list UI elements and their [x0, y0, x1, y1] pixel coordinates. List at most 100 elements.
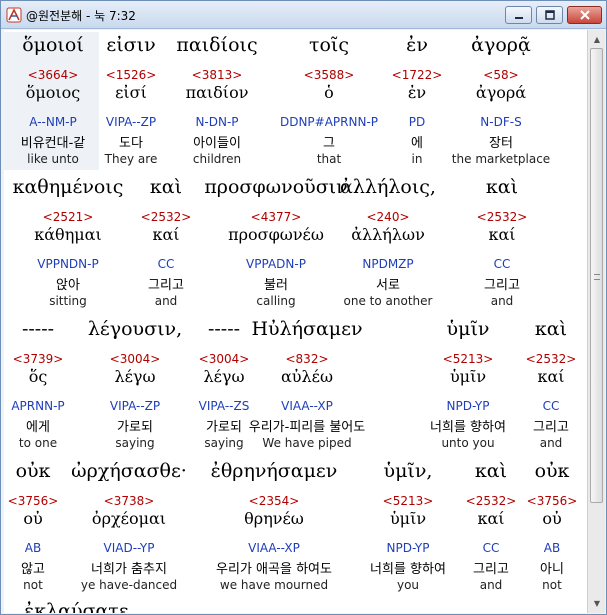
strong-number[interactable]: <3664>	[28, 68, 79, 82]
greek-word[interactable]: ὑμῖν	[447, 318, 490, 340]
lemma-word: καί	[152, 225, 180, 244]
scroll-up-arrow-icon[interactable]: ▲	[589, 31, 605, 47]
strong-number[interactable]: <2521>	[43, 210, 94, 224]
maximize-icon	[544, 10, 555, 20]
parsing-code: CC	[157, 257, 175, 271]
strong-number[interactable]: <832>	[285, 352, 328, 366]
korean-gloss: 에게	[26, 420, 50, 435]
parsing-code: VPPADN-P	[246, 257, 306, 271]
strong-number[interactable]: <2532>	[526, 352, 577, 366]
strong-number[interactable]: <2354>	[249, 494, 300, 508]
strong-number[interactable]: <2532>	[466, 494, 517, 508]
greek-word[interactable]: εἰσιν	[106, 34, 155, 56]
korean-gloss: 너희가 춤추지	[91, 562, 167, 577]
lemma-word: ὑμῖν	[389, 509, 427, 528]
strong-number[interactable]: <1526>	[106, 68, 157, 82]
english-gloss: we have mourned	[219, 578, 329, 592]
lemma-word: κάθημαι	[34, 225, 102, 244]
english-gloss: and	[539, 436, 563, 450]
korean-gloss: 그리고	[533, 420, 569, 435]
close-button[interactable]	[567, 6, 602, 24]
title-bar[interactable]: @원전분해 - 눅 7:32	[1, 1, 606, 29]
english-gloss: children	[192, 152, 242, 166]
greek-word[interactable]: ὠρχήσασθε·	[71, 460, 187, 482]
parsing-code: CC	[493, 257, 511, 271]
korean-gloss: 너희를 향하여	[370, 562, 446, 577]
greek-word[interactable]: ἐν	[406, 34, 428, 56]
greek-word[interactable]: ὑμῖν,	[384, 460, 433, 482]
parsing-code: APRNN-P	[11, 399, 65, 413]
english-gloss: you	[396, 578, 420, 592]
strong-number[interactable]: <3739>	[13, 352, 64, 366]
korean-gloss: 아니	[540, 562, 564, 577]
strong-number[interactable]: <4377>	[251, 210, 302, 224]
korean-gloss: 그리고	[473, 562, 509, 577]
korean-gloss: 앉아	[56, 278, 80, 293]
english-gloss: sitting	[49, 294, 87, 308]
lemma-word: προσφωνέω	[228, 225, 324, 244]
verse-row: καθημένοις <2521> κάθημαι VPPNDN-P 앉아 sitting…	[4, 176, 587, 318]
greek-word[interactable]: καὶ	[150, 176, 182, 198]
window-title: @원전분해 - 눅 7:32	[26, 9, 136, 23]
strong-number[interactable]: <3738>	[104, 494, 155, 508]
english-gloss: We have piped	[262, 436, 352, 450]
parsing-code: CC	[542, 399, 560, 413]
strong-number[interactable]: <3756>	[8, 494, 59, 508]
minimize-button[interactable]	[505, 6, 532, 24]
verse-row: ----- <3739> ὅς APRNN-P 에게 to one λέγουσιν, <30…	[4, 318, 587, 460]
english-gloss: and	[490, 294, 514, 308]
strong-number[interactable]: <3813>	[192, 68, 243, 82]
strong-number[interactable]: <58>	[483, 68, 518, 82]
lemma-word: λέγω	[114, 367, 156, 386]
scroll-down-arrow-icon[interactable]: ▼	[589, 595, 605, 611]
korean-gloss: 서로	[376, 278, 400, 293]
greek-word[interactable]: ἀγορᾷ	[471, 34, 531, 56]
greek-word[interactable]: -----	[22, 318, 54, 340]
scrollbar-thumb[interactable]	[590, 48, 603, 503]
greek-word[interactable]: ὅμοιοί	[22, 34, 84, 56]
greek-word[interactable]: παιδίοις	[176, 34, 257, 56]
korean-gloss: 우리가 애곡을 하여도	[216, 562, 332, 577]
korean-gloss: 않고	[21, 562, 45, 577]
korean-gloss: 불러	[264, 278, 288, 293]
english-gloss: one to another	[343, 294, 433, 308]
strong-number[interactable]: <5213>	[383, 494, 434, 508]
greek-word[interactable]: οὐκ	[16, 460, 51, 482]
interlinear-content[interactable]: ὅμοιοί <3664> ὅμοιος A--NM-P 비유컨대-같 like unto…	[4, 30, 587, 613]
english-gloss: and	[479, 578, 503, 592]
parsing-code: DDNP#APRNN-P	[279, 115, 379, 129]
korean-gloss: 가로되	[117, 420, 153, 435]
korean-gloss: 그리고	[148, 278, 184, 293]
lemma-word: καί	[537, 367, 565, 386]
greek-word[interactable]: ἀλλήλοις,	[340, 176, 436, 198]
greek-word[interactable]: οὐκ	[535, 460, 570, 482]
greek-word[interactable]: ἐθρηνήσαμεν	[211, 460, 338, 482]
greek-word[interactable]: Ηὐλήσαμεν	[251, 318, 362, 340]
greek-word[interactable]: καὶ	[475, 460, 507, 482]
english-gloss: saying	[115, 436, 155, 450]
strong-number[interactable]: <5213>	[443, 352, 494, 366]
strong-number[interactable]: <3756>	[527, 494, 578, 508]
vertical-scrollbar[interactable]: ▲ ▼	[587, 30, 605, 613]
greek-word[interactable]: καθημένοις	[13, 176, 124, 198]
english-gloss: in	[411, 152, 423, 166]
greek-word[interactable]: καὶ	[535, 318, 567, 340]
greek-word[interactable]: προσφωνοῦσιν	[204, 176, 347, 198]
scrollbar-grip-icon	[594, 274, 600, 280]
maximize-button[interactable]	[536, 6, 563, 24]
greek-word[interactable]: -----	[208, 318, 240, 340]
greek-word[interactable]: τοῖς	[309, 34, 349, 56]
strong-number[interactable]: <2532>	[477, 210, 528, 224]
minimize-icon	[514, 17, 523, 19]
strong-number[interactable]: <3004>	[199, 352, 250, 366]
greek-word[interactable]: καὶ	[486, 176, 518, 198]
strong-number[interactable]: <1722>	[392, 68, 443, 82]
strong-number[interactable]: <2532>	[141, 210, 192, 224]
strong-number[interactable]: <3588>	[304, 68, 355, 82]
parsing-code: NPD-YP	[386, 541, 430, 555]
greek-word[interactable]: λέγουσιν,	[88, 318, 182, 340]
english-gloss: calling	[256, 294, 296, 308]
strong-number[interactable]: <3004>	[110, 352, 161, 366]
korean-gloss: 그	[323, 136, 335, 151]
strong-number[interactable]: <240>	[366, 210, 409, 224]
